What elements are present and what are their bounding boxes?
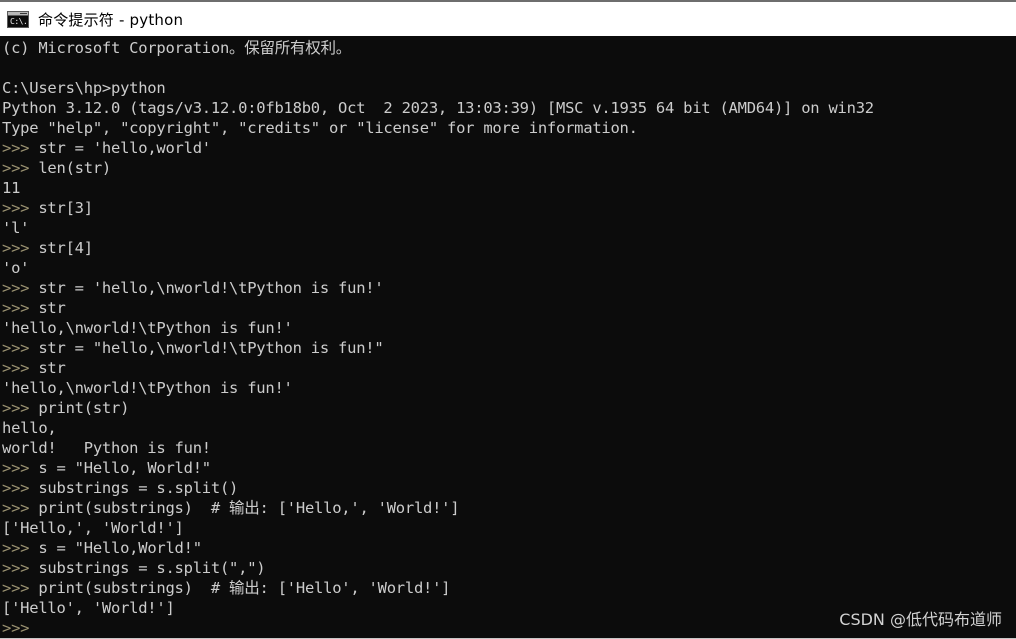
- console-input-line: >>> substrings = s.split(","): [2, 558, 1016, 578]
- console-input-line: >>> substrings = s.split(): [2, 478, 1016, 498]
- console-prompt: >>>: [2, 499, 30, 517]
- console-input-line: >>> str: [2, 298, 1016, 318]
- console-input-line: >>>: [2, 618, 1016, 638]
- console-input-line: >>> str[4]: [2, 238, 1016, 258]
- console-command-text: len(str): [29, 159, 111, 177]
- console-output-line: 'l': [2, 219, 30, 237]
- console-command-text: str: [29, 359, 66, 377]
- console-prompt: >>>: [2, 399, 30, 417]
- console-command-text: str[3]: [29, 199, 93, 217]
- console-output-line: ['Hello,', 'World!']: [2, 519, 184, 537]
- titlebar-left-group: C:\. 命令提示符 - python: [7, 9, 183, 30]
- console-prompt: >>>: [2, 199, 30, 217]
- console-input-line: >>> s = "Hello,World!": [2, 538, 1016, 558]
- console-prompt: >>>: [2, 159, 30, 177]
- console-icon: C:\.: [7, 10, 29, 28]
- console-command-text: substrings = s.split(): [29, 479, 239, 497]
- console-output-line: Python 3.12.0 (tags/v3.12.0:0fb18b0, Oct…: [2, 99, 874, 117]
- console-command-text: str = "hello,\nworld!\tPython is fun!": [29, 339, 384, 357]
- console-prompt: >>>: [2, 299, 30, 317]
- console-input-line: >>> str = 'hello,\nworld!\tPython is fun…: [2, 278, 1016, 298]
- console-output-line: Type "help", "copyright", "credits" or "…: [2, 119, 638, 137]
- console-output-area[interactable]: (c) Microsoft Corporation。保留所有权利。 C:\Use…: [0, 36, 1016, 639]
- console-command-text: str[4]: [29, 239, 93, 257]
- console-output-line: 'o': [2, 259, 30, 277]
- console-input-line: >>> str: [2, 358, 1016, 378]
- console-command-text: str = 'hello,world': [29, 139, 211, 157]
- console-command-text: str: [29, 299, 66, 317]
- console-command-text: substrings = s.split(","): [29, 559, 266, 577]
- console-output-line: 'hello,\nworld!\tPython is fun!': [2, 379, 293, 397]
- console-command-text: s = "Hello,World!": [29, 539, 202, 557]
- console-input-line: >>> print(str): [2, 398, 1016, 418]
- console-prompt: >>>: [2, 619, 30, 637]
- console-prompt: >>>: [2, 579, 30, 597]
- console-prompt: >>>: [2, 359, 30, 377]
- console-prompt: >>>: [2, 139, 30, 157]
- console-input-line: >>> len(str): [2, 158, 1016, 178]
- console-input-line: >>> str[3]: [2, 198, 1016, 218]
- console-output-line: 11: [2, 179, 21, 197]
- console-command-text: print(substrings) # 输出: ['Hello,', 'Worl…: [29, 499, 460, 517]
- console-icon-titlestrip: [8, 11, 28, 16]
- console-input-line: >>> str = 'hello,world': [2, 138, 1016, 158]
- console-prompt: >>>: [2, 479, 30, 497]
- console-command-text: str = 'hello,\nworld!\tPython is fun!': [29, 279, 384, 297]
- console-output-line: C:\Users\hp>python: [2, 79, 166, 97]
- console-output-line: world! Python is fun!: [2, 439, 211, 457]
- console-command-text: print(str): [29, 399, 130, 417]
- console-prompt: >>>: [2, 239, 30, 257]
- console-prompt: >>>: [2, 339, 30, 357]
- console-prompt: >>>: [2, 539, 30, 557]
- console-lines: (c) Microsoft Corporation。保留所有权利。 C:\Use…: [2, 38, 1016, 638]
- console-prompt: >>>: [2, 459, 30, 477]
- command-prompt-window: C:\. 命令提示符 - python (c) Microsoft Corpor…: [0, 0, 1016, 639]
- console-prompt: >>>: [2, 279, 30, 297]
- console-input-line: >>> print(substrings) # 输出: ['Hello,', '…: [2, 498, 1016, 518]
- console-command-text: print(substrings) # 输出: ['Hello', 'World…: [29, 579, 451, 597]
- console-output-line: hello,: [2, 419, 57, 437]
- console-output-line: ['Hello', 'World!']: [2, 599, 175, 617]
- console-input-line: >>> str = "hello,\nworld!\tPython is fun…: [2, 338, 1016, 358]
- console-input-line: >>> print(substrings) # 输出: ['Hello', 'W…: [2, 578, 1016, 598]
- window-title: 命令提示符 - python: [38, 10, 184, 29]
- console-output-line: (c) Microsoft Corporation。保留所有权利。: [2, 39, 352, 57]
- console-icon-prompt-glyph: C:\.: [10, 16, 28, 26]
- console-input-line: >>> s = "Hello, World!": [2, 458, 1016, 478]
- window-titlebar[interactable]: C:\. 命令提示符 - python: [0, 0, 1016, 36]
- console-prompt: >>>: [2, 559, 30, 577]
- console-output-line: 'hello,\nworld!\tPython is fun!': [2, 319, 293, 337]
- console-command-text: s = "Hello, World!": [29, 459, 211, 477]
